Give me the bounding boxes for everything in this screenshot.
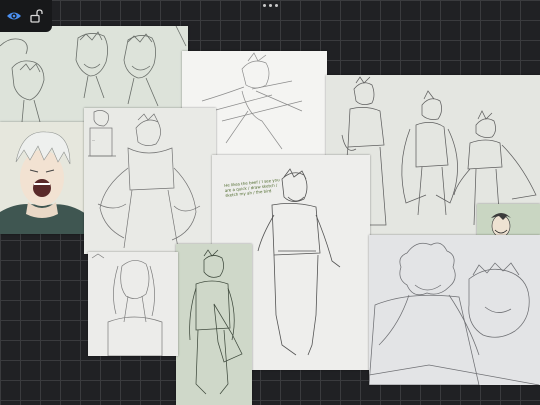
- portrait-sketch-sheet[interactable]: [88, 252, 178, 356]
- more-dots-icon[interactable]: [262, 2, 278, 8]
- canvas-toolbar: [0, 0, 52, 32]
- infinite-canvas[interactable]: ... He likes the beef / I see you are a …: [0, 0, 540, 405]
- screaming-face-drawing: [0, 122, 86, 234]
- curly-hair-sketch-sheet[interactable]: [369, 235, 540, 385]
- crouching-figure-sketch: [88, 110, 201, 249]
- bag-figure-sheet[interactable]: [176, 244, 252, 405]
- curly-hair-sketch: [369, 242, 540, 385]
- character-notes-sheet[interactable]: ...: [84, 108, 216, 254]
- figure-with-bag-sketch: [189, 249, 243, 395]
- long-hair-portrait-sketch: [91, 253, 163, 356]
- unlock-icon[interactable]: [26, 6, 46, 26]
- eye-icon[interactable]: [4, 6, 24, 26]
- character-sheet-text: ...: [92, 138, 96, 142]
- colored-face-sheet[interactable]: [0, 122, 86, 234]
